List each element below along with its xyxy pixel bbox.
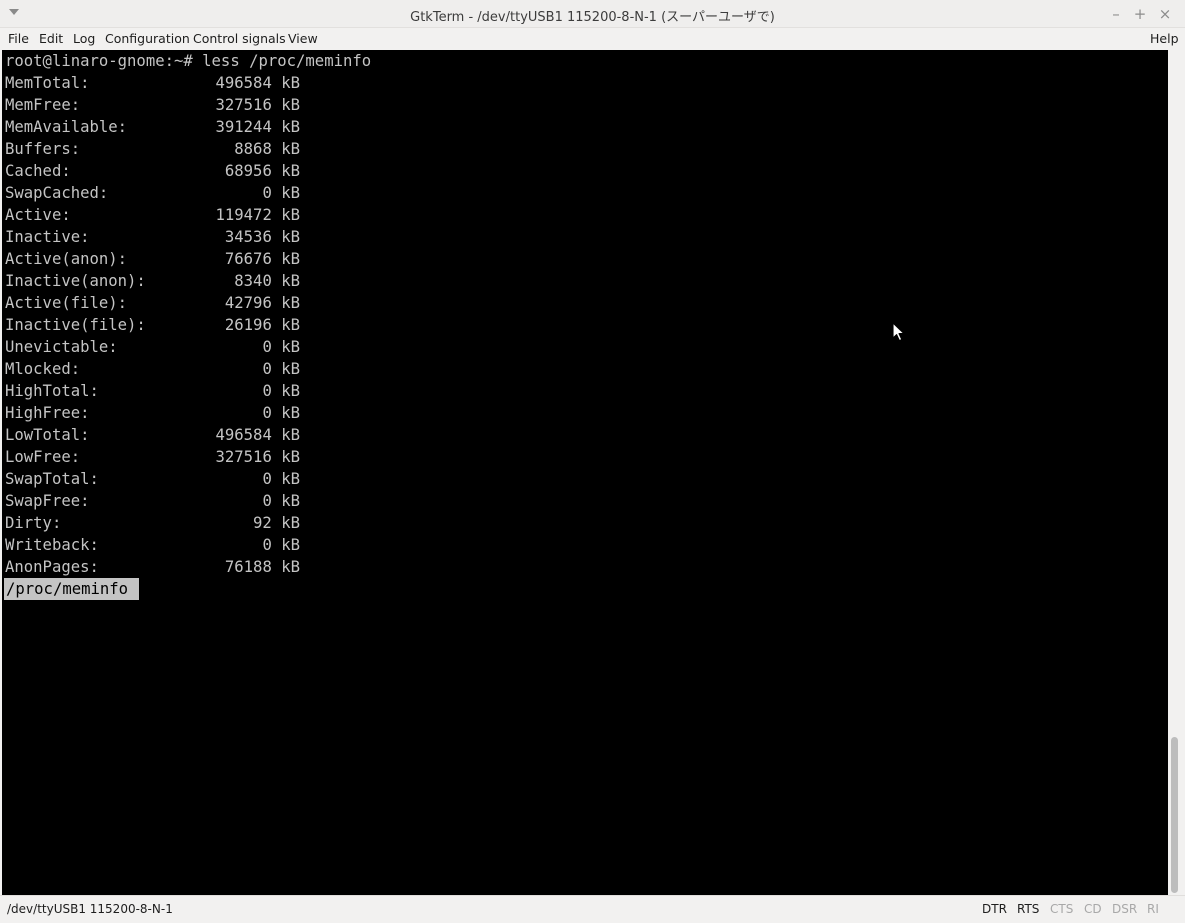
port-info: /dev/ttyUSB1 115200-8-N-1 <box>7 902 173 916</box>
meminfo-value: 0 kB <box>262 492 300 510</box>
window-title: GtkTerm - /dev/ttyUSB1 115200-8-N-1 (スーパ… <box>410 10 775 25</box>
meminfo-value: 327516 kB <box>215 96 301 114</box>
signal-dsr: DSR <box>1112 902 1138 916</box>
menu-control-signals[interactable]: Control signals <box>193 30 286 47</box>
meminfo-value: 496584 kB <box>215 74 301 92</box>
menu-file[interactable]: File <box>8 30 29 47</box>
meminfo-value: 92 kB <box>253 514 300 532</box>
meminfo-value: 0 kB <box>262 536 300 554</box>
maximize-button[interactable]: + <box>1130 4 1150 24</box>
menu-configuration[interactable]: Configuration <box>105 30 190 47</box>
command-line: root@linaro-gnome:~# less /proc/meminfo <box>5 52 372 70</box>
meminfo-value: 0 kB <box>262 470 300 488</box>
signal-dtr: DTR <box>982 902 1007 916</box>
meminfo-value: 0 kB <box>262 382 300 400</box>
menu-view[interactable]: View <box>288 30 318 47</box>
meminfo-key: Dirty: <box>5 514 62 532</box>
meminfo-key: HighTotal: <box>5 382 99 400</box>
meminfo-value: 42796 kB <box>224 294 300 312</box>
menu-help[interactable]: Help <box>1150 30 1179 47</box>
menu-edit[interactable]: Edit <box>39 30 63 47</box>
signal-cd: CD <box>1084 902 1102 916</box>
meminfo-value: 26196 kB <box>224 316 300 334</box>
meminfo-key: MemFree: <box>5 96 81 114</box>
terminal-output[interactable]: root@linaro-gnome:~# less /proc/meminfo … <box>2 50 1168 895</box>
meminfo-key: Writeback: <box>5 536 99 554</box>
close-button[interactable]: × <box>1155 4 1175 24</box>
meminfo-value: 0 kB <box>262 184 300 202</box>
meminfo-key: SwapCached: <box>5 184 109 202</box>
signal-cts: CTS <box>1050 902 1074 916</box>
minimize-button[interactable]: – <box>1106 4 1126 24</box>
meminfo-key: Unevictable: <box>5 338 118 356</box>
menu-log[interactable]: Log <box>73 30 95 47</box>
signal-rts: RTS <box>1017 902 1040 916</box>
meminfo-key: Inactive: <box>5 228 90 246</box>
meminfo-key: LowTotal: <box>5 426 90 444</box>
meminfo-key: Active(anon): <box>5 250 128 268</box>
meminfo-value: 76188 kB <box>224 558 300 576</box>
meminfo-key: MemAvailable: <box>5 118 128 136</box>
meminfo-key: Active(file): <box>5 294 128 312</box>
meminfo-key: Cached: <box>5 162 71 180</box>
meminfo-key: LowFree: <box>5 448 81 466</box>
status-bar: /dev/ttyUSB1 115200-8-N-1 DTR RTS CTS CD… <box>0 895 1185 923</box>
mouse-pointer-icon <box>892 322 905 342</box>
meminfo-key: AnonPages: <box>5 558 99 576</box>
vertical-scrollbar[interactable] <box>1168 50 1185 895</box>
scrollbar-thumb[interactable] <box>1171 737 1178 893</box>
meminfo-key: HighFree: <box>5 404 90 422</box>
meminfo-key: Active: <box>5 206 71 224</box>
meminfo-value: 391244 kB <box>215 118 301 136</box>
meminfo-value: 68956 kB <box>224 162 300 180</box>
meminfo-value: 8868 kB <box>234 140 300 158</box>
meminfo-value: 0 kB <box>262 338 300 356</box>
meminfo-value: 0 kB <box>262 360 300 378</box>
less-prompt: /proc/meminfo <box>4 578 140 600</box>
meminfo-value: 327516 kB <box>215 448 301 466</box>
meminfo-value: 8340 kB <box>234 272 300 290</box>
meminfo-value: 76676 kB <box>224 250 300 268</box>
meminfo-key: SwapFree: <box>5 492 90 510</box>
meminfo-key: Mlocked: <box>5 360 81 378</box>
meminfo-key: Inactive(anon): <box>5 272 146 290</box>
meminfo-key: Buffers: <box>5 140 81 158</box>
signal-ri: RI <box>1147 902 1159 916</box>
meminfo-value: 34536 kB <box>224 228 300 246</box>
meminfo-key: Inactive(file): <box>5 316 146 334</box>
meminfo-key: MemTotal: <box>5 74 90 92</box>
menu-bar: File Edit Log Configuration Control sign… <box>0 28 1185 50</box>
title-bar[interactable]: GtkTerm - /dev/ttyUSB1 115200-8-N-1 (スーパ… <box>0 0 1185 28</box>
meminfo-key: SwapTotal: <box>5 470 99 488</box>
meminfo-value: 496584 kB <box>215 426 301 444</box>
meminfo-value: 119472 kB <box>215 206 301 224</box>
meminfo-value: 0 kB <box>262 404 300 422</box>
